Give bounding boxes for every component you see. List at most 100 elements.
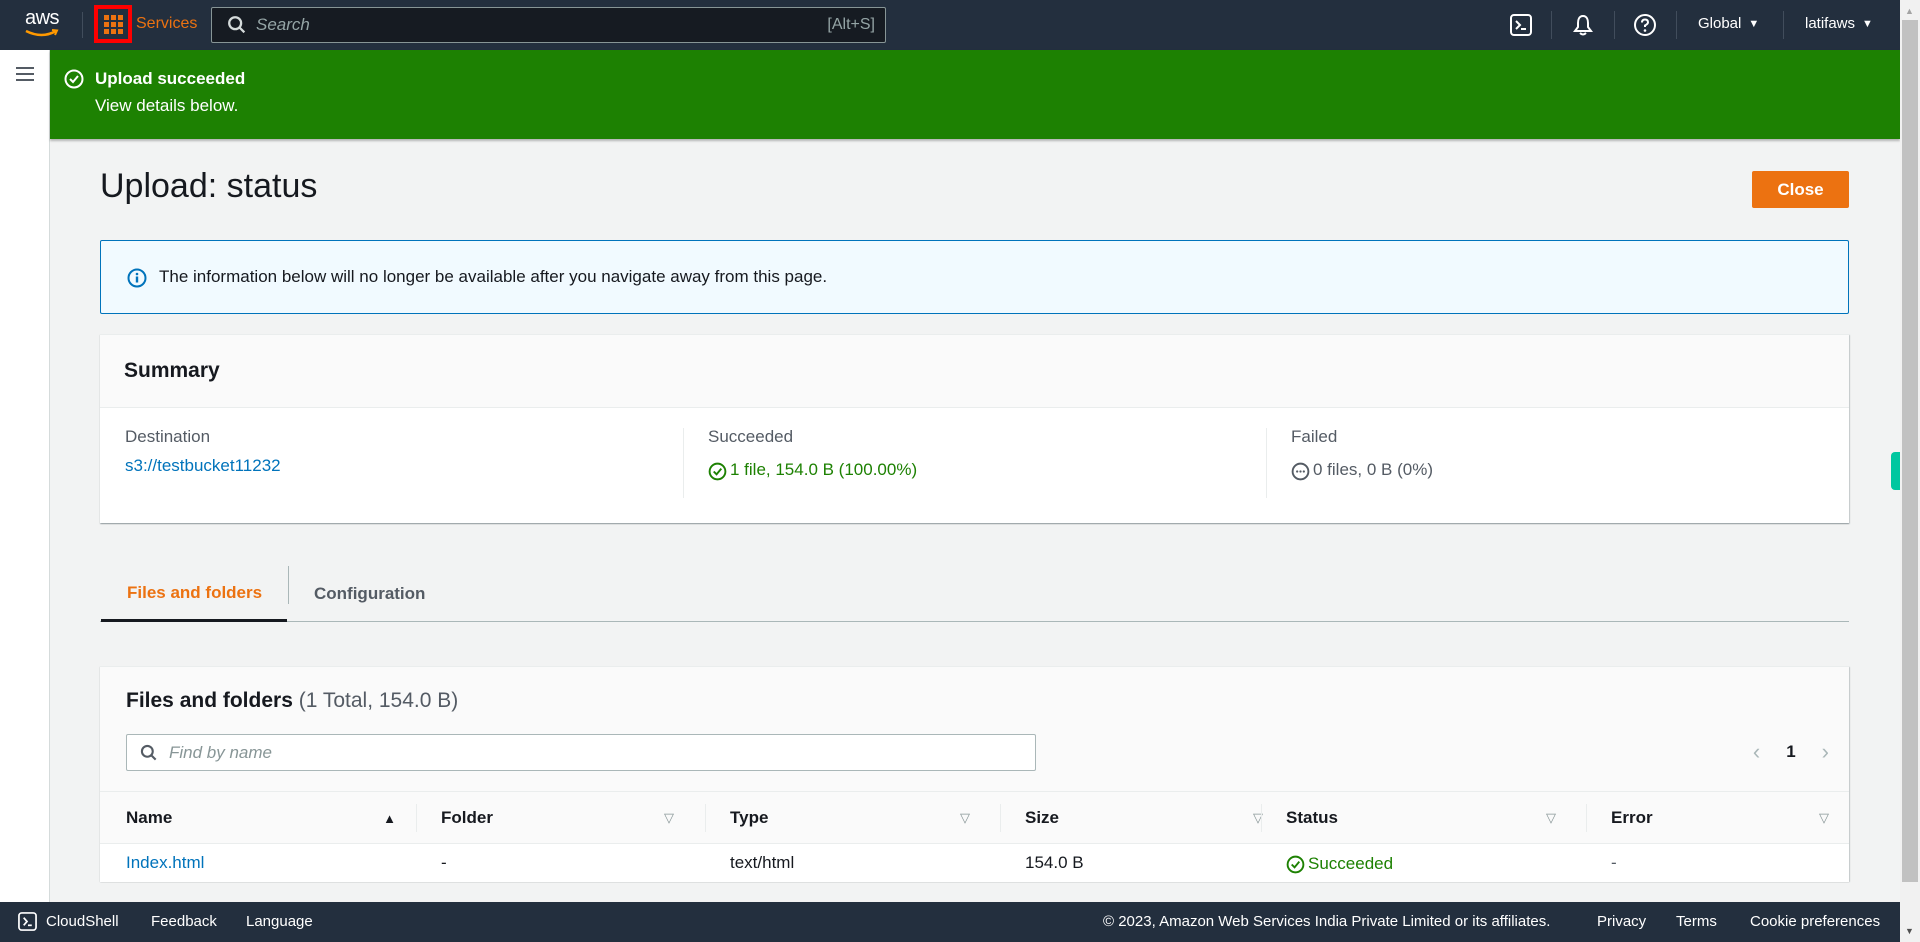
grid-icon xyxy=(94,5,132,43)
sort-icon: ▽ xyxy=(1819,810,1829,825)
column-header-error[interactable]: Error ▽ xyxy=(1611,792,1829,844)
column-header-label: Error xyxy=(1611,808,1653,827)
search-icon xyxy=(228,16,246,34)
scroll-up-icon[interactable]: ▲ xyxy=(1905,6,1914,16)
footer-copyright: © 2023, Amazon Web Services India Privat… xyxy=(1103,913,1551,930)
search-icon xyxy=(140,744,157,760)
flash-title: Upload succeeded xyxy=(95,69,246,88)
bell-icon[interactable] xyxy=(1571,13,1595,37)
pagination: ‹ 1 › xyxy=(1753,739,1829,765)
nav-divider xyxy=(1551,11,1552,39)
column-divider xyxy=(1261,804,1262,832)
sort-ascending-icon: ▲ xyxy=(383,810,396,826)
cloudshell-icon[interactable] xyxy=(18,912,37,931)
nav-divider xyxy=(1614,11,1615,39)
previous-page-icon[interactable]: ‹ xyxy=(1753,739,1760,765)
search-input[interactable] xyxy=(256,15,756,35)
column-divider xyxy=(1266,428,1267,498)
region-selector[interactable]: Global ▼ xyxy=(1698,15,1759,32)
succeeded-label: Succeeded xyxy=(708,427,794,446)
column-header-label: Status xyxy=(1286,808,1338,827)
side-navigation-rail xyxy=(0,50,50,902)
sort-icon: ▽ xyxy=(960,810,970,825)
succeeded-value-row: 1 file, 154.0 B (100.00%) xyxy=(708,458,917,481)
caret-down-icon: ▼ xyxy=(1748,17,1760,30)
table-header: Name ▲ Folder ▽ Type ▽ Size ▽ Status ▽ E… xyxy=(100,791,1849,844)
column-header-folder[interactable]: Folder ▽ xyxy=(441,792,674,844)
find-by-name-input[interactable] xyxy=(169,742,1019,763)
succeeded-column: Succeeded 1 file, 154.0 B (100.00%) xyxy=(708,427,917,481)
column-divider xyxy=(705,804,706,832)
footer-privacy-link[interactable]: Privacy xyxy=(1597,913,1646,930)
type-cell: text/html xyxy=(730,853,795,872)
search-shortcut-hint: [Alt+S] xyxy=(827,16,875,33)
page-number[interactable]: 1 xyxy=(1786,742,1795,762)
files-heading: Files and folders (1 Total, 154.0 B) xyxy=(126,689,458,713)
aws-smile-icon xyxy=(25,29,59,37)
check-circle-icon xyxy=(64,69,84,89)
footer-cloudshell-link[interactable]: CloudShell xyxy=(46,913,119,930)
succeeded-value: 1 file, 154.0 B (100.00%) xyxy=(730,459,918,479)
side-panel-handle[interactable] xyxy=(1891,452,1900,490)
nav-divider xyxy=(1676,11,1677,39)
info-icon xyxy=(127,268,147,288)
failed-value: 0 files, 0 B (0%) xyxy=(1313,459,1433,479)
tab-files-and-folders[interactable]: Files and folders xyxy=(101,566,287,622)
failed-value-row: 0 files, 0 B (0%) xyxy=(1291,458,1433,481)
account-menu[interactable]: latifaws ▼ xyxy=(1805,15,1873,32)
column-divider xyxy=(1000,804,1001,832)
column-header-label: Type xyxy=(730,808,769,827)
column-header-status[interactable]: Status ▽ xyxy=(1286,792,1556,844)
destination-column: Destination s3://testbucket11232 xyxy=(125,427,281,476)
column-header-name[interactable]: Name ▲ xyxy=(126,792,396,844)
column-header-label: Name xyxy=(126,808,173,827)
help-icon[interactable] xyxy=(1633,13,1657,37)
caret-down-icon: ▼ xyxy=(1862,17,1873,30)
footer-terms-link[interactable]: Terms xyxy=(1676,913,1717,930)
nav-divider xyxy=(82,12,83,38)
cloudshell-icon[interactable] xyxy=(1509,13,1533,37)
check-circle-icon xyxy=(708,462,727,481)
find-by-name-filter[interactable] xyxy=(126,734,1036,771)
footer-feedback-link[interactable]: Feedback xyxy=(151,913,217,930)
info-alert-text: The information below will no longer be … xyxy=(159,267,828,286)
tab-configuration[interactable]: Configuration xyxy=(314,566,425,622)
column-divider xyxy=(683,428,684,498)
destination-label: Destination xyxy=(125,427,211,446)
ellipsis-circle-icon xyxy=(1291,462,1310,481)
column-header-label: Folder xyxy=(441,808,493,827)
close-button[interactable]: Close xyxy=(1752,171,1849,208)
services-label: Services xyxy=(136,15,198,32)
column-divider xyxy=(1586,804,1587,832)
footer-language-link[interactable]: Language xyxy=(246,913,313,930)
aws-logo[interactable]: aws xyxy=(20,8,64,42)
next-page-icon[interactable]: › xyxy=(1822,739,1829,765)
page-scrollbar[interactable]: ▲ ▼ xyxy=(1900,0,1920,942)
summary-header: Summary xyxy=(100,335,1849,408)
nav-divider xyxy=(1783,11,1784,39)
services-menu-button[interactable]: Services xyxy=(94,5,197,43)
tab-list: Files and folders Configuration xyxy=(100,566,1849,622)
region-label: Global xyxy=(1698,15,1742,32)
sort-icon: ▽ xyxy=(664,810,674,825)
tab-separator xyxy=(288,566,289,604)
column-header-size[interactable]: Size ▽ xyxy=(1025,792,1263,844)
scroll-down-icon[interactable]: ▼ xyxy=(1905,926,1914,936)
global-search[interactable]: [Alt+S] xyxy=(211,7,886,43)
column-divider xyxy=(416,804,417,832)
top-navigation: aws Services [Alt+S] Global ▼ latifaws ▼ xyxy=(0,0,1900,50)
scrollbar-thumb[interactable] xyxy=(1902,20,1918,882)
destination-link[interactable]: s3://testbucket11232 xyxy=(125,456,281,476)
footer-cookie-preferences-link[interactable]: Cookie preferences xyxy=(1750,913,1880,930)
status-text: Succeeded xyxy=(1308,853,1394,873)
success-flash-banner: Upload succeeded View details below. xyxy=(50,50,1900,139)
failed-column: Failed 0 files, 0 B (0%) xyxy=(1291,427,1433,481)
size-cell: 154.0 B xyxy=(1025,853,1084,872)
file-name-link[interactable]: Index.html xyxy=(126,853,204,873)
column-header-type[interactable]: Type ▽ xyxy=(730,792,970,844)
menu-icon[interactable] xyxy=(16,67,34,81)
summary-container: Summary Destination s3://testbucket11232… xyxy=(100,334,1849,523)
failed-label: Failed xyxy=(1291,427,1338,446)
column-header-label: Size xyxy=(1025,808,1060,827)
files-heading-title: Files and folders xyxy=(126,689,293,712)
